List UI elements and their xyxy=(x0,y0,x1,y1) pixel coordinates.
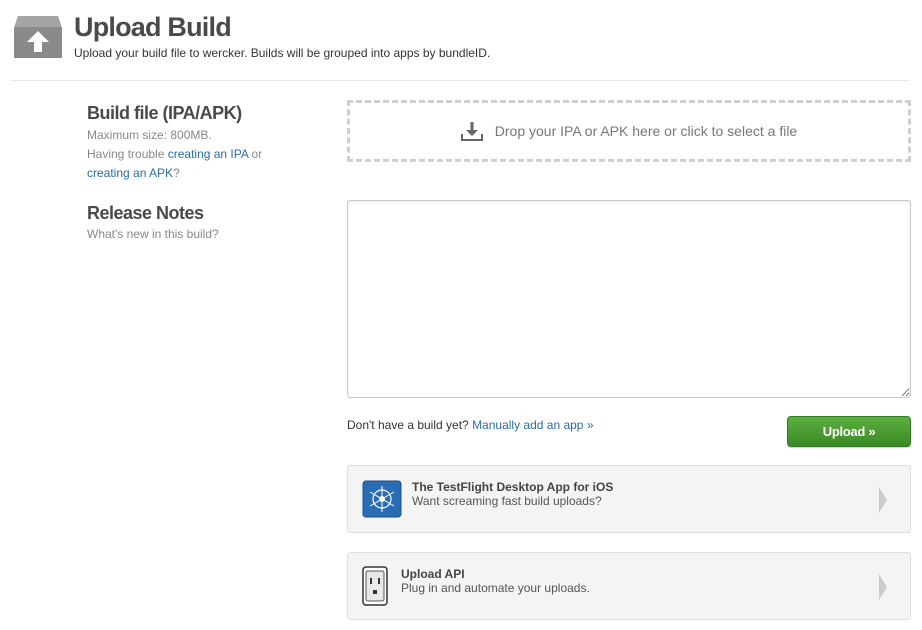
apk-line: creating an APK? xyxy=(87,164,262,183)
question-mark: ? xyxy=(173,166,180,180)
build-file-help: Maximum size: 800MB. Having trouble crea… xyxy=(87,126,262,183)
testflight-app-icon xyxy=(362,480,402,518)
dropzone-text: Drop your IPA or APK here or click to se… xyxy=(494,123,798,139)
promo-testflight-desc: Want screaming fast build uploads? xyxy=(412,494,602,508)
upload-api-promo[interactable]: Upload API Plug in and automate your upl… xyxy=(347,552,911,620)
manually-add-app-link[interactable]: Manually add an app » xyxy=(472,418,593,432)
header-divider xyxy=(10,80,910,81)
no-build-line: Don't have a build yet? Manually add an … xyxy=(347,418,594,432)
file-dropzone[interactable]: Drop your IPA or APK here or click to se… xyxy=(347,100,911,162)
creating-apk-link[interactable]: creating an APK xyxy=(87,166,173,180)
trouble-prefix: Having trouble xyxy=(87,147,168,161)
power-outlet-icon xyxy=(362,566,388,606)
promo-testflight-title: The TestFlight Desktop App for iOS xyxy=(412,480,614,494)
chevron-right-icon xyxy=(879,487,887,513)
chevron-right-icon xyxy=(879,574,887,600)
creating-ipa-link[interactable]: creating an IPA xyxy=(168,147,249,161)
upload-box-icon xyxy=(14,16,62,58)
trouble-text: Having trouble creating an IPA or xyxy=(87,145,262,164)
build-file-title: Build file (IPA/APK) xyxy=(87,103,242,123)
page-title: Upload Build xyxy=(74,12,232,42)
promo-api-title: Upload API xyxy=(401,567,465,581)
max-size-text: Maximum size: 800MB. xyxy=(87,128,212,142)
release-notes-textarea[interactable] xyxy=(347,200,911,398)
page-subtitle: Upload your build file to wercker. Build… xyxy=(74,46,491,60)
or-text: or xyxy=(248,147,263,161)
release-notes-title: Release Notes xyxy=(87,203,204,223)
download-icon xyxy=(460,122,483,141)
release-notes-help: What's new in this build? xyxy=(87,227,219,241)
upload-button[interactable]: Upload » xyxy=(787,416,911,447)
promo-api-desc: Plug in and automate your uploads. xyxy=(401,581,590,595)
no-build-text: Don't have a build yet? xyxy=(347,418,469,432)
testflight-desktop-promo[interactable]: The TestFlight Desktop App for iOS Want … xyxy=(347,465,911,533)
